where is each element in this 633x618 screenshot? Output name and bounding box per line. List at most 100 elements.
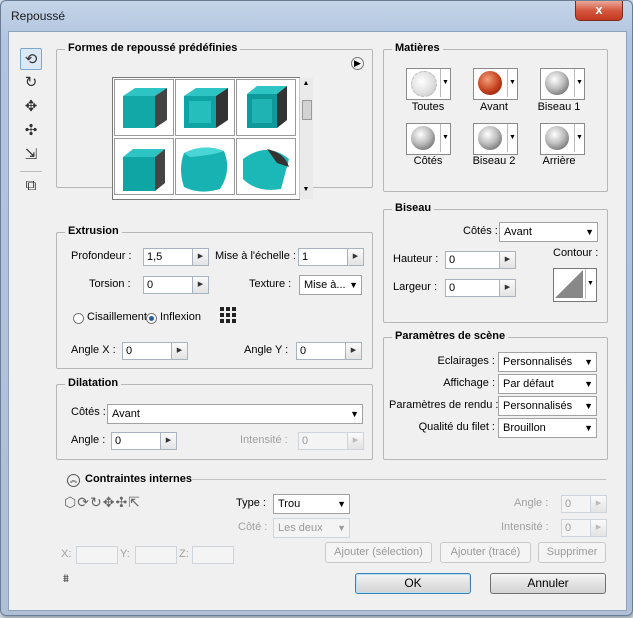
anglex-field[interactable]: 0 xyxy=(122,342,172,360)
mesh-quality-select[interactable]: Brouillon ▼ xyxy=(498,418,597,438)
delete-button[interactable]: Supprimer xyxy=(538,542,606,563)
material-front-swatch[interactable]: ▼ xyxy=(473,68,518,100)
presets-title: Formes de repoussé prédéfinies xyxy=(65,42,241,54)
ok-button[interactable]: OK xyxy=(355,573,471,594)
scene-title: Paramètres de scène xyxy=(392,330,509,342)
constraint-intensity-label: Intensité : xyxy=(501,521,549,533)
add-path-button[interactable]: Ajouter (tracé) xyxy=(440,542,531,563)
slide-constraint-icon[interactable]: ✣ xyxy=(115,494,128,510)
material-sides-label: Côtés xyxy=(413,155,443,167)
anglex-spin-icon[interactable]: ▶ xyxy=(172,342,188,360)
drag-object-tool-icon[interactable]: ✥ xyxy=(20,96,42,118)
type-select[interactable]: Trou ▼ xyxy=(273,494,350,514)
twist-spin-icon[interactable]: ▶ xyxy=(193,276,209,294)
bevel-width-label: Largeur : xyxy=(393,281,438,293)
chevron-down-icon[interactable]: ▼ xyxy=(440,69,450,97)
drag-constraint-icon[interactable]: ✥ xyxy=(103,494,116,510)
close-button[interactable]: x xyxy=(575,1,623,21)
preset-beveled-cube[interactable] xyxy=(175,79,235,136)
angley-spin-icon[interactable]: ▶ xyxy=(346,342,362,360)
help-tooltip-icon[interactable]: ⩩ xyxy=(63,573,69,586)
inflation-title: Dilatation xyxy=(65,377,122,389)
lights-select[interactable]: Personnalisés ▼ xyxy=(498,352,597,372)
view-select[interactable]: Par défaut ▼ xyxy=(498,374,597,394)
material-bevel1-label: Biseau 1 xyxy=(537,101,581,113)
bevel-width-field[interactable]: 0 xyxy=(445,279,500,297)
title-bar[interactable]: Repoussé x xyxy=(1,1,632,31)
cancel-button[interactable]: Annuler xyxy=(490,573,606,594)
preset-framed-cube[interactable] xyxy=(236,79,296,136)
select-constraint-icon[interactable]: ⬡ xyxy=(64,494,77,510)
roll-constraint-icon[interactable]: ↻ xyxy=(90,494,103,510)
inflation-angle-field[interactable]: 0 xyxy=(111,432,161,450)
collapse-icon[interactable]: ︽ xyxy=(67,474,80,487)
material-all-label: Toutes xyxy=(411,101,445,113)
bevel-height-field[interactable]: 0 xyxy=(445,251,500,269)
reference-point-grid-icon[interactable] xyxy=(219,306,237,324)
x-label: X: xyxy=(61,548,72,560)
presets-grid[interactable]: ▲ ▼ xyxy=(112,77,313,200)
material-sides-swatch[interactable]: ▼ xyxy=(406,123,451,155)
texture-select[interactable]: Mise à... ▼ xyxy=(299,275,362,295)
rotate-object-tool-icon[interactable]: ⟲ xyxy=(20,48,42,70)
material-bevel2-swatch[interactable]: ▼ xyxy=(473,123,518,155)
bevel-height-label: Hauteur : xyxy=(393,253,439,265)
scroll-up-icon[interactable]: ▲ xyxy=(301,80,311,87)
presets-scrollbar[interactable]: ▲ ▼ xyxy=(299,78,313,199)
scale-constraint-icon[interactable]: ⇱ xyxy=(128,494,141,510)
shear-radio[interactable] xyxy=(73,313,84,324)
bend-radio[interactable] xyxy=(146,313,157,324)
depth-spin-icon[interactable]: ▶ xyxy=(193,248,209,266)
chevron-down-icon: ▼ xyxy=(584,357,593,367)
chevron-down-icon[interactable]: ▼ xyxy=(585,269,595,299)
material-all-swatch[interactable]: ▼ xyxy=(406,68,451,100)
preset-cone[interactable] xyxy=(236,138,296,195)
chevron-down-icon[interactable]: ▼ xyxy=(574,124,584,152)
constraints-divider xyxy=(191,479,606,480)
presets-menu-icon[interactable]: ▶ xyxy=(351,57,364,70)
bevel-title: Biseau xyxy=(392,202,435,214)
scale-object-tool-icon[interactable]: ⇲ xyxy=(20,144,42,166)
contour-picker[interactable]: ▼ xyxy=(553,268,597,302)
material-front-label: Avant xyxy=(480,101,508,113)
extrusion-title: Extrusion xyxy=(65,225,122,237)
scroll-down-icon[interactable]: ▼ xyxy=(301,186,311,193)
chevron-down-icon: ▼ xyxy=(337,523,346,533)
depth-field[interactable]: 1,5 xyxy=(143,248,193,266)
preset-inflated[interactable] xyxy=(175,138,235,195)
x-field xyxy=(76,546,118,564)
constraint-angle-label: Angle : xyxy=(514,497,549,509)
chevron-down-icon[interactable]: ▼ xyxy=(507,69,517,97)
angley-field[interactable]: 0 xyxy=(296,342,346,360)
bevel-sides-select[interactable]: Avant ▼ xyxy=(499,222,598,242)
view-label: Affichage : xyxy=(443,377,495,389)
inflation-angle-spin-icon[interactable]: ▶ xyxy=(161,432,177,450)
chevron-down-icon[interactable]: ▼ xyxy=(574,69,584,97)
chevron-down-icon[interactable]: ▼ xyxy=(440,124,450,152)
twist-field[interactable]: 0 xyxy=(143,276,193,294)
roll-object-tool-icon[interactable]: ↻ xyxy=(20,72,42,94)
add-selection-button[interactable]: Ajouter (sélection) xyxy=(325,542,432,563)
slide-object-tool-icon[interactable]: ✣ xyxy=(20,120,42,142)
preset-cube[interactable] xyxy=(114,79,174,136)
y-label: Y: xyxy=(120,548,130,560)
rotate-constraint-icon[interactable]: ⟳ xyxy=(77,494,90,510)
bend-label: Inflexion xyxy=(160,311,201,323)
preset-pillow[interactable] xyxy=(114,138,174,195)
scroll-thumb[interactable] xyxy=(302,100,312,120)
camera-icon[interactable]: ⧉ xyxy=(20,175,42,197)
chevron-down-icon[interactable]: ▼ xyxy=(507,124,517,152)
y-field xyxy=(135,546,177,564)
render-settings-select[interactable]: Personnalisés ▼ xyxy=(498,396,597,416)
scale-spin-icon[interactable]: ▶ xyxy=(348,248,364,266)
bevel-width-spin-icon[interactable]: ▶ xyxy=(500,279,516,297)
contour-linear-icon xyxy=(555,270,583,298)
side-select: Les deux ▼ xyxy=(273,518,350,538)
material-bevel1-swatch[interactable]: ▼ xyxy=(540,68,585,100)
material-back-swatch[interactable]: ▼ xyxy=(540,123,585,155)
scale-field[interactable]: 1 xyxy=(298,248,348,266)
bevel-height-spin-icon[interactable]: ▶ xyxy=(500,251,516,269)
inflation-sides-select[interactable]: Avant ▼ xyxy=(107,404,363,424)
twist-label: Torsion : xyxy=(89,278,131,290)
material-back-icon xyxy=(545,126,569,150)
